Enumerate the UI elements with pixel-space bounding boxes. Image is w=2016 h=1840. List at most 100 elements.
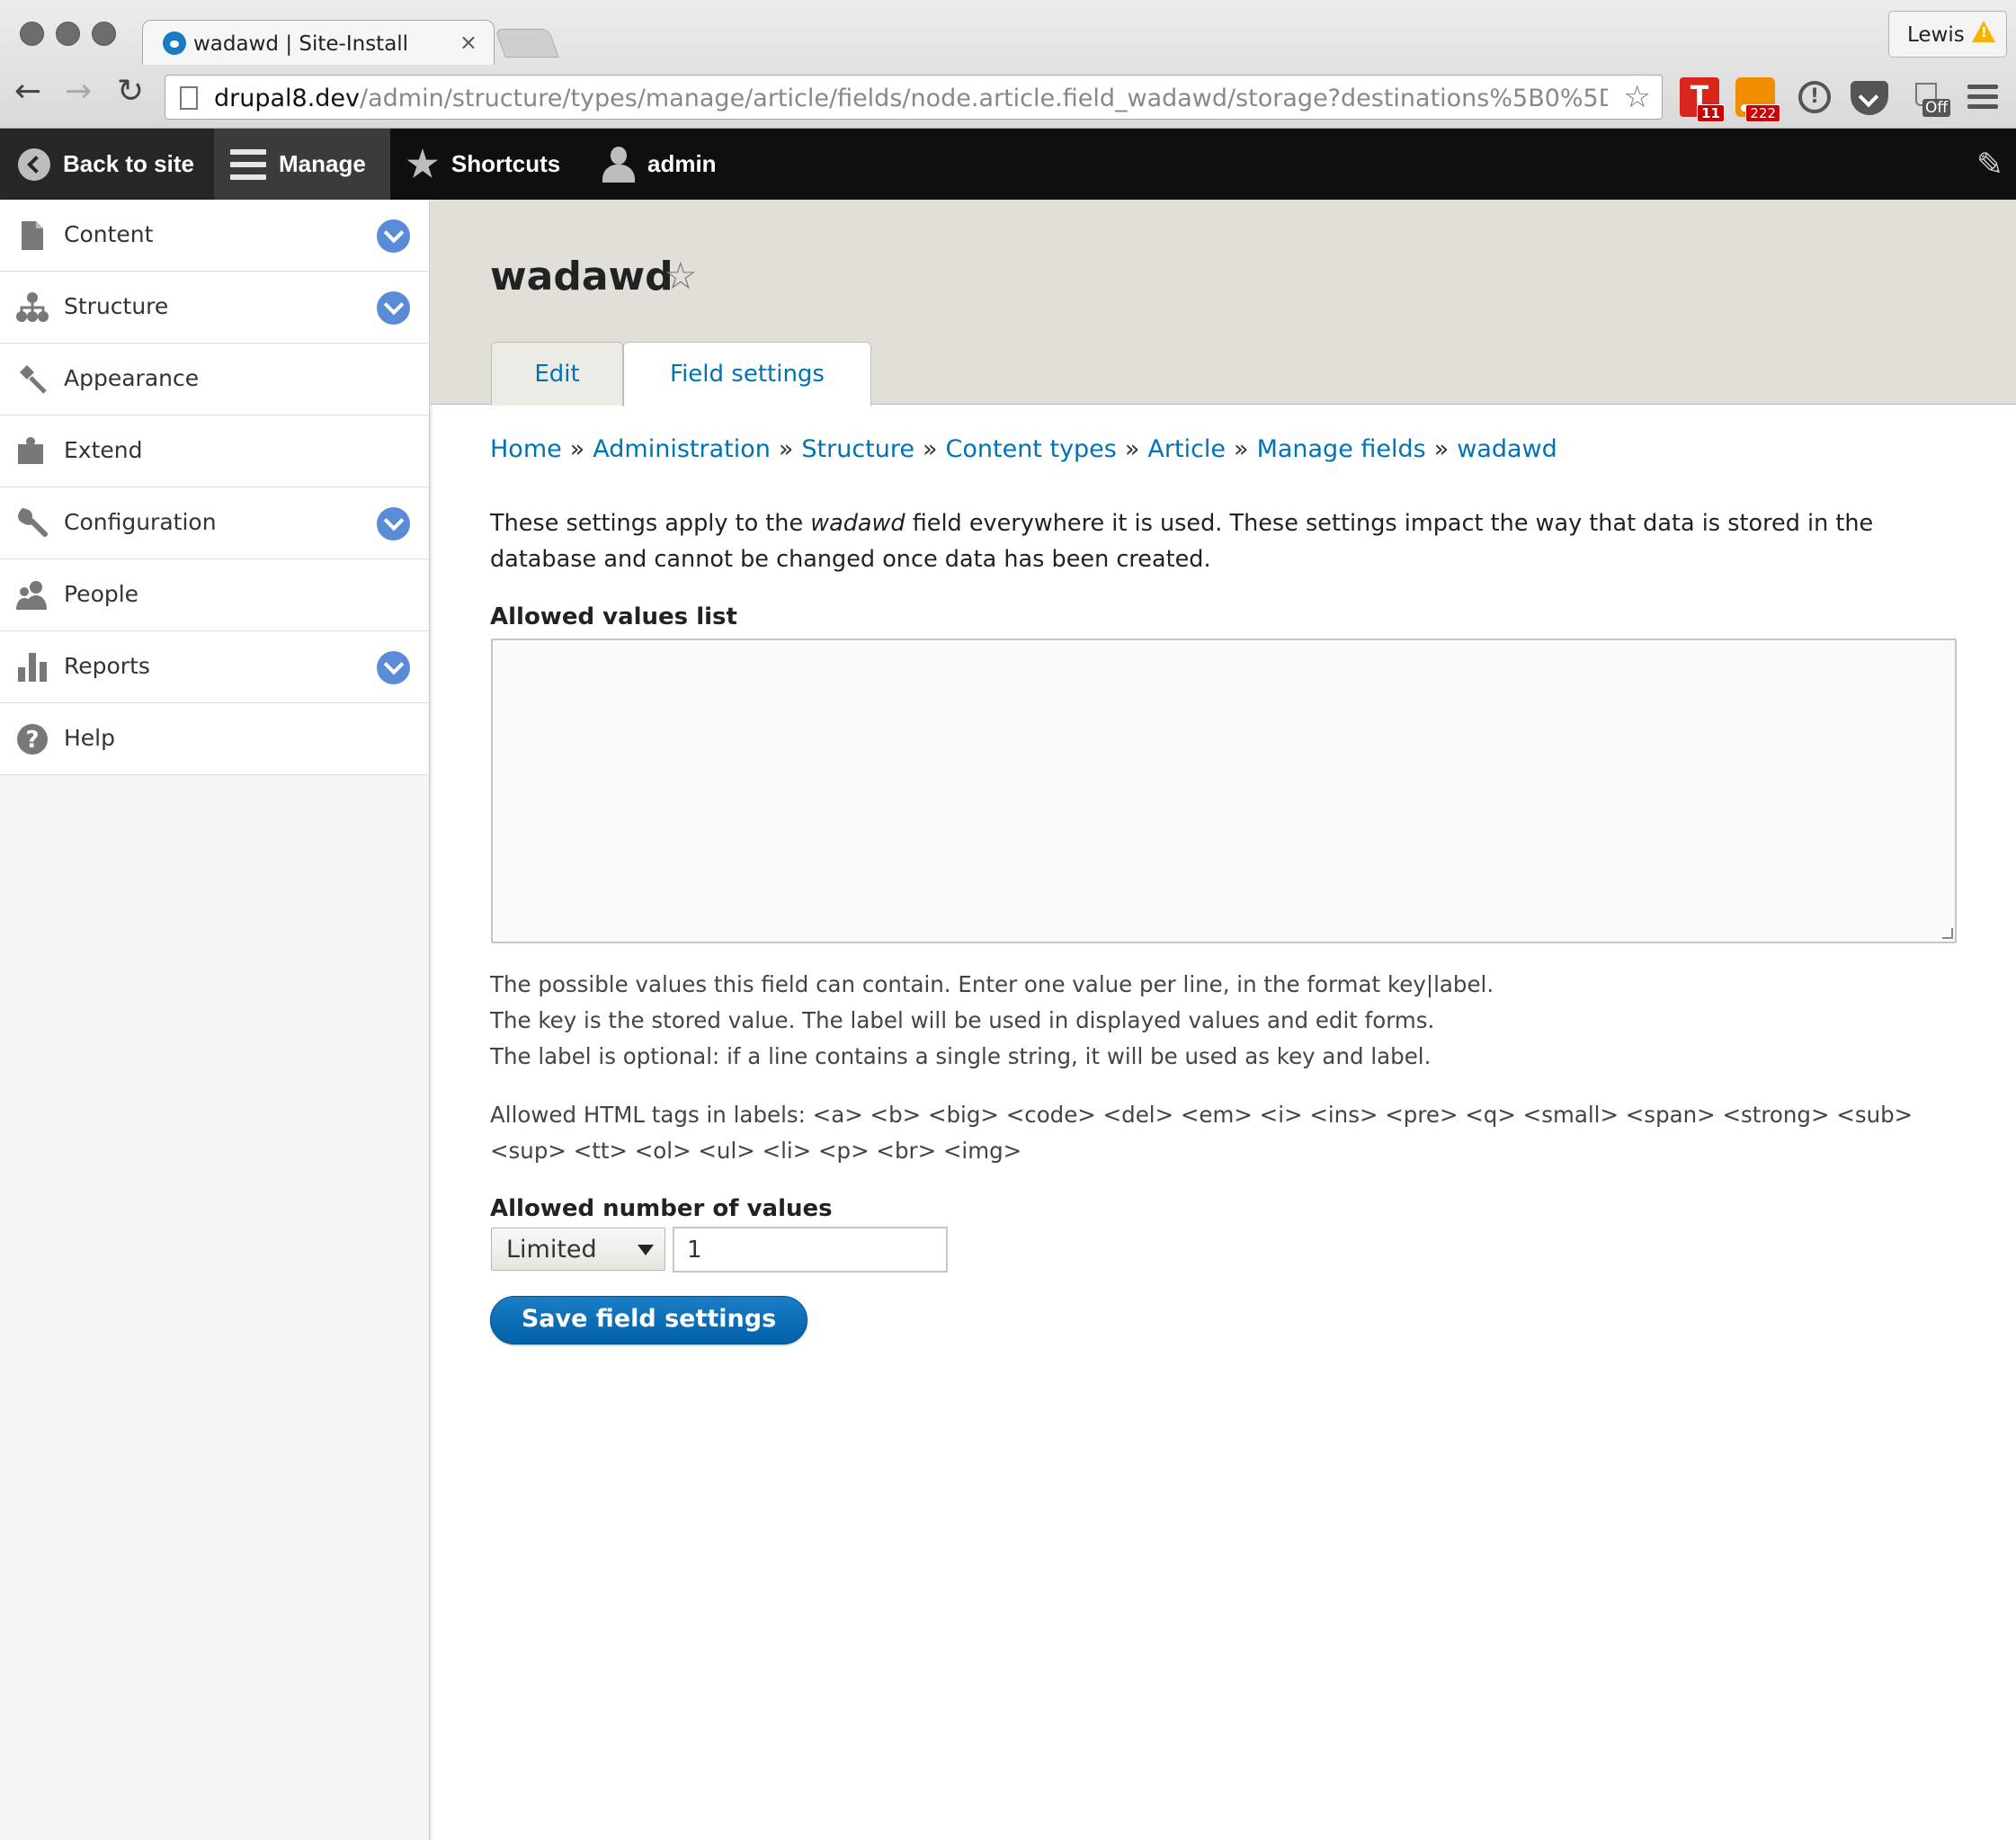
manage-tab[interactable]: Manage xyxy=(214,129,390,200)
description-line: The label is optional: if a line contain… xyxy=(490,1043,1432,1069)
forward-arrow-icon[interactable]: → xyxy=(65,76,92,108)
sidebar-item-label: Content xyxy=(64,221,154,247)
page-icon xyxy=(180,86,198,110)
close-tab-icon[interactable]: × xyxy=(459,30,477,55)
browser-menu-icon[interactable] xyxy=(1967,85,1998,112)
sidebar-item-label: Reports xyxy=(64,653,150,679)
sidebar-item-extend[interactable]: Extend xyxy=(0,415,429,487)
off-badge: Off xyxy=(1922,99,1951,117)
allowed-values-description: The possible values this field can conta… xyxy=(490,967,1965,1075)
intro-field-name: wadawd xyxy=(810,510,905,537)
pocket-icon[interactable] xyxy=(1851,81,1888,115)
new-tab-button[interactable] xyxy=(495,29,559,58)
breadcrumb-structure[interactable]: Structure xyxy=(801,435,914,463)
breadcrumb-article[interactable]: Article xyxy=(1147,435,1226,463)
breadcrumb-home[interactable]: Home xyxy=(490,435,562,463)
description-line: The possible values this field can conta… xyxy=(490,971,1494,997)
document-icon xyxy=(22,221,43,250)
browser-tab-active[interactable]: wadawd | Site-Install × xyxy=(142,20,495,65)
admin-sidebar: Content Structure Appearance Extend Conf… xyxy=(0,200,430,1840)
breadcrumb-separator: » xyxy=(569,435,585,463)
resize-grip-icon[interactable] xyxy=(1942,928,1953,939)
sidebar-item-people[interactable]: People xyxy=(0,559,429,631)
bar-chart-icon xyxy=(18,653,47,682)
sidebar-item-structure[interactable]: Structure xyxy=(0,272,429,344)
tab-edit[interactable]: Edit xyxy=(491,342,623,406)
url-domain: drupal8.dev xyxy=(214,85,361,112)
sidebar-item-help[interactable]: ? Help xyxy=(0,703,429,775)
manage-label: Manage xyxy=(279,150,366,177)
sidebar-item-label: Configuration xyxy=(64,509,217,535)
sidebar-item-configuration[interactable]: Configuration xyxy=(0,487,429,559)
people-icon xyxy=(16,581,47,610)
edit-pencil-icon[interactable]: ✎ xyxy=(1976,147,2003,183)
breadcrumb-administration[interactable]: Administration xyxy=(593,435,771,463)
drupal-favicon-icon xyxy=(163,31,186,55)
user-icon xyxy=(602,146,635,183)
breadcrumb-separator: » xyxy=(778,435,794,463)
window-minimize-button[interactable] xyxy=(56,22,80,46)
url-path: /admin/structure/types/manage/article/fi… xyxy=(360,85,1608,112)
intro-text-start: These settings apply to the xyxy=(490,510,811,537)
back-arrow-icon[interactable]: ← xyxy=(14,76,41,108)
breadcrumb-separator: » xyxy=(1124,435,1140,463)
dropdown-arrow-icon xyxy=(638,1245,654,1255)
coffee-off-icon[interactable]: Off xyxy=(1912,77,1953,117)
shortcut-star-icon[interactable]: ☆ xyxy=(664,254,698,298)
expand-toggle-icon[interactable] xyxy=(377,507,410,540)
rss-badge: 222 xyxy=(1745,104,1780,122)
expand-toggle-icon[interactable] xyxy=(377,651,410,684)
puzzle-icon xyxy=(18,437,43,464)
breadcrumb-separator: » xyxy=(922,435,938,463)
address-bar[interactable]: drupal8.dev/admin/structure/types/manage… xyxy=(165,75,1663,120)
breadcrumb-separator: » xyxy=(1234,435,1249,463)
save-field-settings-button[interactable]: Save field settings xyxy=(490,1296,807,1344)
bookmark-star-icon[interactable]: ☆ xyxy=(1624,79,1651,115)
sidebar-item-appearance[interactable]: Appearance xyxy=(0,344,429,415)
allowed-values-textarea[interactable] xyxy=(491,639,1957,943)
breadcrumb-wadawd[interactable]: wadawd xyxy=(1457,435,1557,463)
reload-icon[interactable]: ↻ xyxy=(117,76,144,108)
back-to-site-label: Back to site xyxy=(63,150,194,177)
allowed-number-label: Allowed number of values xyxy=(490,1195,833,1222)
warning-icon xyxy=(1972,21,1995,42)
back-circle-icon xyxy=(18,147,50,181)
sidebar-item-label: Appearance xyxy=(64,365,200,391)
sidebar-item-label: Extend xyxy=(64,437,143,463)
extension-t-icon[interactable]: T 11 xyxy=(1680,77,1725,122)
breadcrumb-content-types[interactable]: Content types xyxy=(946,435,1117,463)
allowed-values-label: Allowed values list xyxy=(490,603,737,630)
admin-toolbar: Back to site Manage ★ Shortcuts admin ✎ xyxy=(0,129,2016,200)
sidebar-item-label: People xyxy=(64,581,139,607)
extension-t-badge: 11 xyxy=(1697,104,1725,122)
description-line: The key is the stored value. The label w… xyxy=(490,1007,1435,1033)
cardinality-select[interactable]: Limited xyxy=(491,1228,665,1271)
back-to-site-link[interactable]: Back to site xyxy=(0,129,214,200)
tab-field-settings[interactable]: Field settings xyxy=(623,342,871,406)
browser-tab-title: wadawd | Site-Install xyxy=(193,32,409,56)
breadcrumb-separator: » xyxy=(1433,435,1450,463)
svg-text:?: ? xyxy=(25,727,39,754)
expand-toggle-icon[interactable] xyxy=(377,219,410,253)
cardinality-number-input[interactable] xyxy=(673,1227,948,1273)
window-close-button[interactable] xyxy=(20,22,44,46)
hamburger-icon xyxy=(230,148,266,180)
sidebar-item-label: Structure xyxy=(64,293,169,319)
breadcrumb-manage-fields[interactable]: Manage fields xyxy=(1257,435,1426,463)
info-icon[interactable]: ! xyxy=(1798,81,1831,113)
admin-menu: Content Structure Appearance Extend Conf… xyxy=(0,200,429,775)
breadcrumb: Home» Administration» Structure» Content ty… xyxy=(490,435,1557,463)
allowed-tags-description: Allowed HTML tags in labels: <a> <b> <bi… xyxy=(490,1102,1913,1164)
wrench-icon xyxy=(18,508,48,537)
browser-chrome: wadawd | Site-Install × Lewis ← → ↻ drup… xyxy=(0,0,2016,129)
shortcuts-tab[interactable]: ★ Shortcuts xyxy=(406,129,560,200)
cardinality-select-value: Limited xyxy=(506,1236,597,1264)
user-tab[interactable]: admin xyxy=(602,129,717,200)
sidebar-item-reports[interactable]: Reports xyxy=(0,631,429,703)
window-zoom-button[interactable] xyxy=(92,22,116,46)
expand-toggle-icon[interactable] xyxy=(377,291,410,325)
sidebar-item-content[interactable]: Content xyxy=(0,200,429,272)
profile-button[interactable]: Lewis xyxy=(1888,11,2007,58)
sidebar-item-label: Help xyxy=(64,725,115,751)
rss-icon[interactable]: 222 xyxy=(1735,77,1780,122)
